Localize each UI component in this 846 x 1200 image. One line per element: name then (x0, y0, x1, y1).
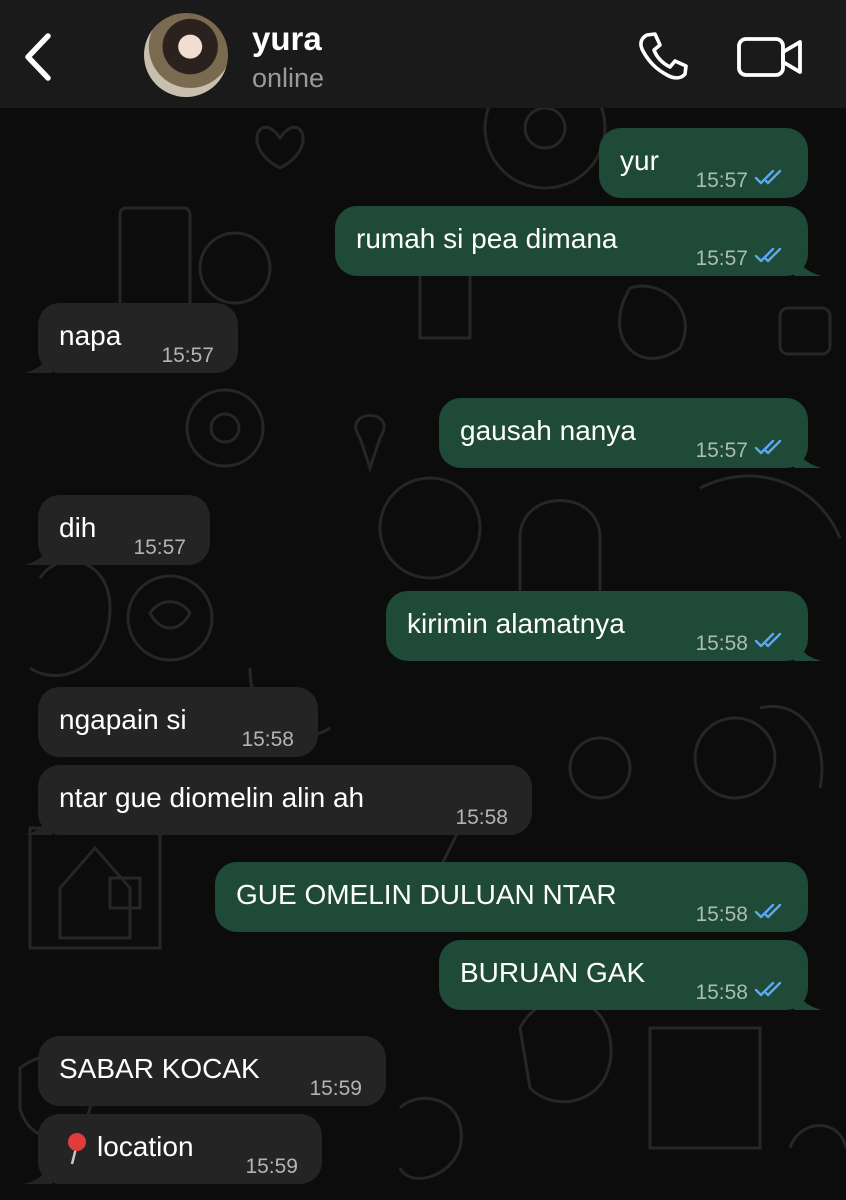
message-time: 15:57 (695, 169, 748, 192)
double-check-icon (754, 903, 782, 919)
bubble-tail (24, 347, 52, 373)
double-check-icon (754, 169, 782, 185)
outgoing-message-bubble[interactable]: gausah nanya 15:57 (439, 398, 822, 468)
bubble-tail (794, 635, 822, 661)
double-check-icon (754, 632, 782, 648)
avatar[interactable] (144, 13, 228, 97)
message-time: 15:58 (241, 728, 294, 751)
contact-status: online (252, 63, 325, 93)
chat-header: yura online (0, 0, 846, 108)
outgoing-message-bubble[interactable]: kirimin alamatnya 15:58 (386, 591, 822, 661)
message-text: kirimin alamatnya (407, 608, 625, 639)
message-time: 15:57 (695, 439, 748, 462)
double-check-icon (754, 439, 782, 455)
bubble-tail (794, 984, 822, 1010)
message-text: BURUAN GAK (460, 957, 646, 988)
double-check-icon (754, 247, 782, 263)
bubble-tail (24, 809, 52, 835)
contact-name[interactable]: yura (252, 20, 322, 58)
message-time: 15:59 (309, 1077, 362, 1100)
message-time: 15:57 (161, 344, 214, 367)
incoming-message-bubble[interactable]: SABAR KOCAK 15:59 (38, 1036, 386, 1106)
message-time: 15:58 (695, 981, 748, 1004)
message-time: 15:58 (695, 903, 748, 926)
message-time: 15:58 (695, 632, 748, 655)
outgoing-message-bubble[interactable]: yur 15:57 (599, 128, 808, 198)
chevron-left-icon[interactable] (18, 30, 62, 84)
incoming-message-bubble[interactable]: napa 15:57 (24, 303, 238, 373)
message-text: GUE OMELIN DULUAN NTAR (236, 879, 617, 910)
message-text: rumah si pea dimana (356, 223, 618, 254)
outgoing-message-bubble[interactable]: rumah si pea dimana 15:57 (335, 206, 822, 276)
message-time: 15:59 (245, 1155, 298, 1178)
bubble-tail (794, 250, 822, 276)
message-text: napa (59, 320, 122, 351)
message-text: gausah nanya (460, 415, 636, 446)
video-camera-icon[interactable] (736, 34, 804, 80)
chat-area[interactable]: yur 15:57 rumah si pea dimana 15:57 napa 15:5… (0, 108, 846, 1200)
incoming-message-bubble[interactable]: dih 15:57 (24, 495, 210, 565)
message-text: location (97, 1131, 194, 1162)
message-text: ntar gue diomelin alin ah (59, 782, 365, 813)
incoming-message-bubble[interactable]: location 15:59 (24, 1114, 322, 1184)
message-text: SABAR KOCAK (59, 1053, 260, 1084)
phone-icon[interactable] (636, 30, 690, 82)
incoming-message-bubble[interactable]: ngapain si 15:58 (38, 687, 318, 757)
bubble-tail (24, 1158, 52, 1184)
outgoing-message-bubble[interactable]: BURUAN GAK 15:58 (439, 940, 822, 1010)
double-check-icon (754, 981, 782, 997)
message-time: 15:58 (455, 806, 508, 829)
incoming-message-bubble[interactable]: ntar gue diomelin alin ah 15:58 (24, 765, 532, 835)
message-time: 15:57 (133, 536, 186, 559)
message-time: 15:57 (695, 247, 748, 270)
bubble-tail (794, 442, 822, 468)
message-text: ngapain si (59, 704, 187, 735)
message-text: dih (59, 512, 97, 543)
bubble-tail (24, 539, 52, 565)
message-text: yur (620, 145, 659, 176)
outgoing-message-bubble[interactable]: GUE OMELIN DULUAN NTAR 15:58 (215, 862, 808, 932)
